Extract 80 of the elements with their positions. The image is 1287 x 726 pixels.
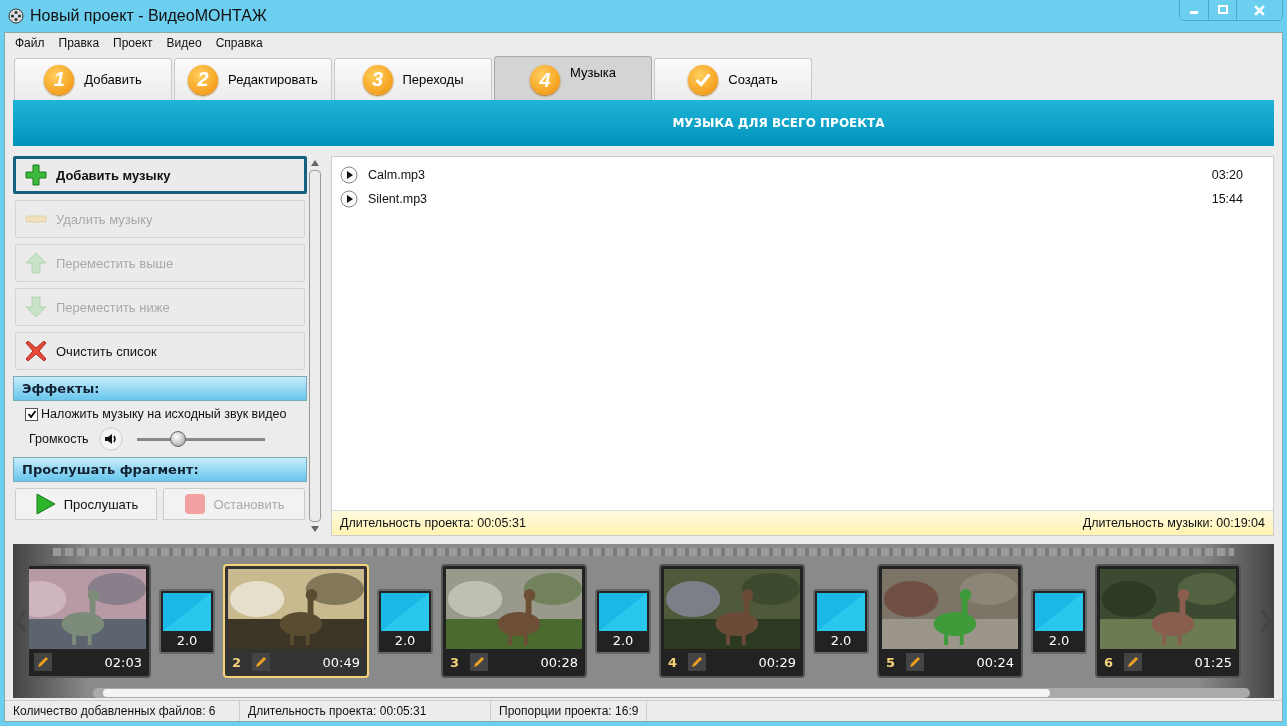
project-duration: Длительность проекта: 00:05:31 (340, 516, 526, 530)
action-button[interactable]: Добавить музыку (13, 156, 307, 194)
checkbox-label[interactable]: Наложить музыку на исходный звук видео (41, 407, 287, 421)
status-text: Длительность проекта: 00:05:31 (240, 701, 491, 721)
track-duration: 15:44 (1211, 192, 1243, 206)
app-icon (8, 8, 24, 24)
step-tab[interactable]: Создать (654, 58, 812, 100)
edit-icon[interactable] (688, 653, 706, 671)
clip-duration: 00:29 (758, 654, 796, 670)
timeline-scrollbar[interactable] (93, 688, 1250, 698)
menu-item[interactable]: Правка (58, 36, 100, 50)
video-clip[interactable]: 5 00:24 (877, 564, 1023, 678)
menu-item[interactable]: Файл (15, 36, 45, 50)
video-clip[interactable]: 6 01:25 (1095, 564, 1241, 678)
transition-icon (163, 592, 211, 631)
video-clip[interactable]: 02:03 (29, 564, 151, 678)
track-name: Calm.mp3 (368, 168, 426, 182)
edit-icon[interactable] (1124, 653, 1142, 671)
clip-number: 3 (450, 654, 461, 670)
transition-tile[interactable]: 2.0 (159, 588, 215, 654)
status-text: Пропорции проекта: 16:9 (491, 701, 648, 721)
clip-duration: 01:25 (1194, 654, 1232, 670)
play-icon (33, 493, 56, 515)
volume-label: Громкость (29, 432, 89, 446)
section-header: Эффекты: (13, 376, 307, 401)
clip-duration: 00:49 (322, 654, 360, 670)
transition-icon (381, 592, 429, 631)
track-name: Silent.mp3 (368, 192, 429, 206)
menu-item[interactable]: Видео (166, 36, 202, 50)
clip-number: 4 (668, 654, 679, 670)
transition-icon (599, 592, 647, 631)
music-duration: Длительность музыки: 00:19:04 (1082, 516, 1265, 530)
clip-duration: 02:03 (104, 654, 142, 670)
video-clip[interactable]: 4 00:29 (659, 564, 805, 678)
edit-icon[interactable] (252, 653, 270, 671)
close-button[interactable] (1236, 0, 1282, 20)
clip-number: 5 (886, 654, 897, 670)
edit-icon[interactable] (34, 653, 52, 671)
clip-number: 6 (1104, 654, 1115, 670)
play-icon[interactable] (340, 190, 358, 208)
section-banner: МУЗЫКА ДЛЯ ВСЕГО ПРОЕКТА (13, 100, 1274, 146)
maximize-icon (1217, 5, 1228, 15)
clip-number: 2 (232, 654, 243, 670)
close-icon (1254, 4, 1265, 16)
step-tab[interactable]: 1 Добавить (14, 58, 172, 100)
menu-item[interactable]: Справка (215, 36, 263, 50)
edit-icon[interactable] (470, 653, 488, 671)
transition-icon (817, 592, 865, 631)
down-arrow-icon (24, 295, 48, 319)
scroll-up-icon[interactable] (311, 160, 319, 166)
overlay-checkbox[interactable] (25, 407, 38, 421)
video-clip[interactable]: 2 00:49 (223, 564, 369, 678)
plus-icon (24, 163, 48, 187)
clip-duration: 00:24 (976, 654, 1014, 670)
edit-icon[interactable] (906, 653, 924, 671)
stop-icon (183, 493, 206, 515)
checkmark-icon (26, 409, 37, 419)
step-tab[interactable]: 4 Музыка (494, 56, 652, 100)
play-icon[interactable] (340, 166, 358, 184)
transition-tile[interactable]: 2.0 (377, 588, 433, 654)
action-button[interactable]: Очистить список (15, 332, 305, 370)
status-text: Количество добавленных файлов: 6 (5, 701, 240, 721)
transition-tile[interactable]: 2.0 (813, 588, 869, 654)
step-tab[interactable]: 2 Редактировать (174, 58, 332, 100)
transition-icon (1035, 592, 1083, 631)
clip-duration: 00:28 (540, 654, 578, 670)
window-title: Новый проект - ВидеоМОНТАЖ (30, 7, 268, 25)
speaker-icon[interactable] (98, 427, 123, 451)
cross-icon (24, 339, 48, 363)
section-header: Прослушать фрагмент: (13, 457, 307, 482)
step-tab[interactable]: 3 Переходы (334, 58, 492, 100)
menu-item[interactable]: Проект (113, 36, 153, 50)
slider-thumb[interactable] (169, 431, 186, 447)
transition-tile[interactable]: 2.0 (1031, 588, 1087, 654)
preview-button[interactable]: Прослушать (15, 488, 157, 520)
video-clip[interactable]: 3 00:28 (441, 564, 587, 678)
scroll-down-icon[interactable] (311, 526, 319, 532)
up-arrow-icon (24, 251, 48, 275)
transition-tile[interactable]: 2.0 (595, 588, 651, 654)
track-duration: 03:20 (1211, 168, 1243, 182)
